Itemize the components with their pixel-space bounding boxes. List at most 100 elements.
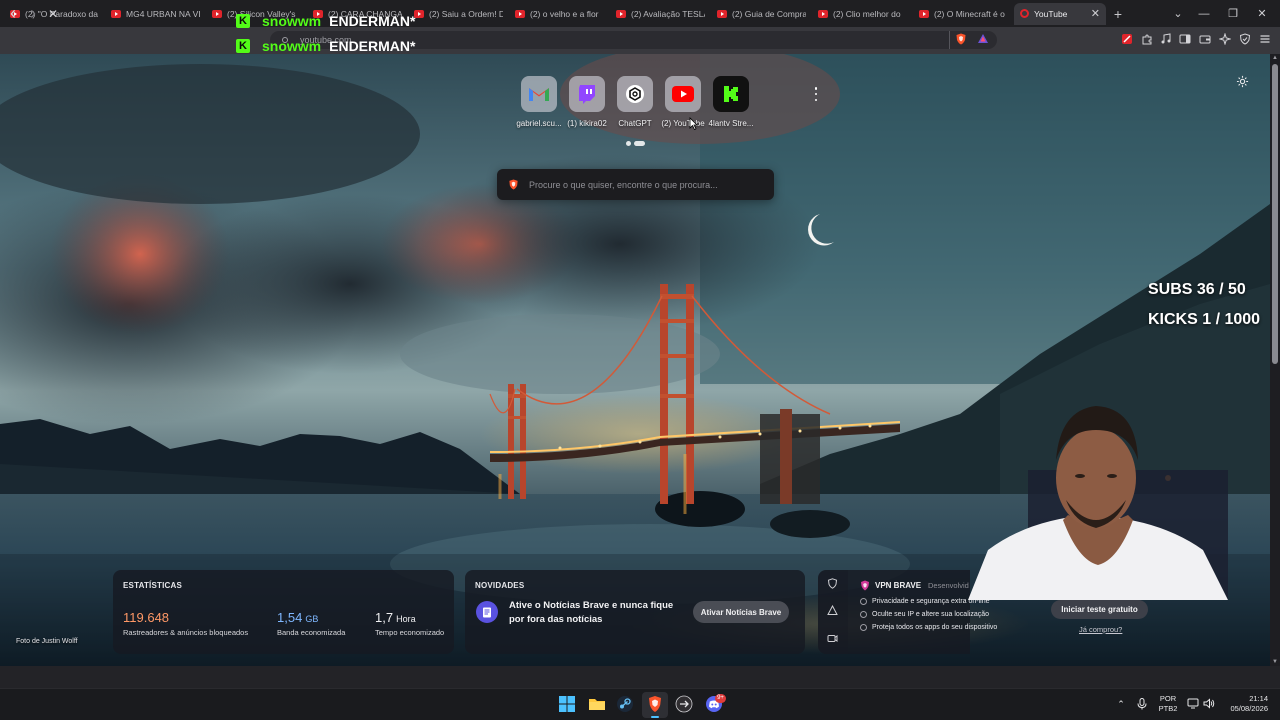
vpn-feature-text: Proteja todos os apps do seu dispositivo bbox=[872, 624, 998, 631]
vpn-logo-icon bbox=[861, 580, 869, 591]
chat-overlay-line: K snowwm ENDERMAN* bbox=[236, 37, 415, 55]
language-indicator[interactable]: POR PTB2 bbox=[1157, 694, 1179, 714]
top-sites-menu-icon[interactable] bbox=[812, 86, 820, 102]
chat-message: ENDERMAN* bbox=[329, 38, 416, 54]
stats-title: ESTATÍSTICAS bbox=[123, 581, 182, 590]
news-icon bbox=[476, 601, 498, 623]
vpn-feature: Oculte seu IP e altere sua localização bbox=[860, 611, 989, 618]
brave-browser-icon[interactable] bbox=[646, 695, 664, 713]
check-circle-icon bbox=[860, 611, 867, 618]
news-promo-text: Ative o Notícias Brave e nunca fique por… bbox=[509, 600, 674, 625]
new-tab-button[interactable]: + bbox=[1106, 6, 1130, 22]
tab[interactable]: (2) o velho e a flor bbox=[509, 3, 610, 25]
gear-icon[interactable] bbox=[1236, 75, 1249, 88]
photo-credit[interactable]: Foto de Justin Wolff bbox=[16, 638, 78, 645]
tab[interactable]: (2) Guia de Compra bbox=[711, 3, 812, 25]
top-site-tile[interactable]: 4lantv Stre... bbox=[701, 76, 761, 128]
steam-icon[interactable] bbox=[616, 695, 634, 713]
volume-icon[interactable] bbox=[1203, 698, 1215, 709]
brave-shields-icon[interactable] bbox=[955, 33, 967, 45]
tab[interactable]: (2) O Minecraft é o bbox=[913, 3, 1014, 25]
top-site-label: gabriel.scu... bbox=[516, 119, 562, 128]
youtube-favicon-icon bbox=[515, 9, 525, 18]
stat-unit: Hora bbox=[396, 614, 416, 624]
keyboard-layout: PTB2 bbox=[1158, 704, 1178, 713]
restore-button[interactable]: ❐ bbox=[1221, 0, 1245, 27]
twitch-icon bbox=[579, 85, 595, 104]
brave-rewards-icon[interactable] bbox=[977, 33, 989, 45]
vpn-shield-icon[interactable] bbox=[1239, 33, 1251, 45]
vpn-widget-icon[interactable] bbox=[827, 578, 838, 589]
tab-title: (2) Clio melhor do bbox=[833, 8, 901, 19]
brave-logo-icon bbox=[509, 179, 518, 190]
kick-badge-icon: K bbox=[236, 14, 250, 28]
network-icon[interactable] bbox=[1187, 698, 1199, 709]
news-card: NOVIDADES Ative o Notícias Brave e nunca… bbox=[465, 570, 805, 654]
loading-spinner-icon bbox=[1020, 9, 1029, 18]
page-bottom-band bbox=[0, 666, 1280, 688]
tab[interactable]: MG4 URBAN NA VI bbox=[105, 3, 206, 25]
page-scrollbar[interactable]: ▲ ▼ bbox=[1270, 54, 1280, 666]
leo-ai-icon[interactable] bbox=[1219, 33, 1231, 45]
tab-title: MG4 URBAN NA VI bbox=[126, 8, 200, 19]
start-trial-button[interactable]: Iniciar teste gratuito bbox=[1051, 600, 1148, 619]
search-input[interactable] bbox=[529, 179, 759, 190]
wallet-icon[interactable] bbox=[1199, 33, 1211, 45]
minimize-button[interactable]: — bbox=[1192, 0, 1216, 27]
rewards-widget-icon[interactable] bbox=[827, 605, 838, 616]
browser-window: (2) "O Paradoxo da MG4 URBAN NA VI (2) S… bbox=[0, 0, 1280, 720]
file-explorer-icon[interactable] bbox=[588, 695, 606, 713]
forward-button[interactable]: › bbox=[24, 0, 42, 27]
kick-badge-icon: K bbox=[236, 39, 250, 53]
chat-username: snowwm bbox=[262, 38, 322, 54]
back-button[interactable]: ‹ bbox=[4, 0, 22, 27]
extension-red-icon[interactable] bbox=[1121, 33, 1133, 45]
check-circle-icon bbox=[860, 598, 867, 605]
obs-studio-icon[interactable] bbox=[675, 695, 693, 713]
kicks-counter: KICKS 1 / 1000 bbox=[1148, 311, 1261, 328]
chat-overlay-line: K snowwm ENDERMAN* bbox=[236, 12, 415, 30]
already-purchased-link[interactable]: Já comprou? bbox=[1079, 625, 1122, 634]
extensions-puzzle-icon[interactable] bbox=[1141, 33, 1153, 45]
show-hidden-icons-icon[interactable]: ⌃ bbox=[1114, 688, 1128, 720]
top-site-icon-box bbox=[713, 76, 749, 112]
scroll-up-icon[interactable]: ▲ bbox=[1270, 55, 1280, 61]
tab[interactable]: (2) Saiu a Ordem! D bbox=[408, 3, 509, 25]
top-site-icon-box bbox=[617, 76, 653, 112]
youtube-favicon-icon bbox=[717, 9, 727, 18]
stop-loading-button[interactable]: ✕ bbox=[44, 0, 62, 27]
scrollbar-thumb[interactable] bbox=[1272, 64, 1278, 364]
search-box[interactable] bbox=[497, 169, 774, 200]
widget-switcher bbox=[818, 570, 848, 654]
vpn-subtitle: Desenvolvid bbox=[928, 581, 969, 590]
stat-value: 119.648 bbox=[123, 610, 170, 625]
tab[interactable]: (2) Avaliação TESLA bbox=[610, 3, 711, 25]
system-clock[interactable]: 21:14 05/08/2026 bbox=[1224, 694, 1268, 714]
media-music-icon[interactable] bbox=[1160, 33, 1172, 45]
enable-news-button[interactable]: Ativar Notícias Brave bbox=[693, 601, 789, 623]
tab[interactable]: (2) Clio melhor do bbox=[812, 3, 913, 25]
close-window-button[interactable]: ✕ bbox=[1250, 0, 1274, 27]
tab-active[interactable]: YouTube ✕ bbox=[1014, 2, 1106, 25]
stats-card: ESTATÍSTICAS 119.648 Rastreadores & anún… bbox=[113, 570, 454, 654]
top-site-icon-box bbox=[569, 76, 605, 112]
stat-label: Tempo economizado bbox=[375, 628, 445, 637]
scroll-down-icon[interactable]: ▼ bbox=[1270, 659, 1280, 665]
top-sites-pager[interactable] bbox=[626, 141, 645, 146]
mouse-cursor-icon bbox=[689, 117, 698, 130]
microphone-icon[interactable] bbox=[1137, 698, 1147, 710]
clock-date: 05/08/2026 bbox=[1230, 704, 1268, 713]
menu-hamburger-icon[interactable] bbox=[1259, 33, 1271, 45]
active-indicator bbox=[651, 716, 659, 718]
close-tab-icon[interactable]: ✕ bbox=[1091, 7, 1100, 20]
talk-widget-icon[interactable] bbox=[827, 633, 838, 644]
webcam-overlay bbox=[968, 406, 1228, 600]
sidebar-toggle-icon[interactable] bbox=[1179, 33, 1191, 45]
tab-title: (2) Avaliação TESLA bbox=[631, 8, 705, 19]
page-dot[interactable] bbox=[626, 141, 631, 146]
page-dot-active[interactable] bbox=[634, 141, 645, 146]
windows-start-icon[interactable] bbox=[558, 695, 576, 713]
top-site-label: 4lantv Stre... bbox=[708, 119, 754, 128]
tab-search-dropdown-icon[interactable]: ⌄ bbox=[1166, 0, 1190, 27]
chat-message: ENDERMAN* bbox=[329, 13, 416, 29]
